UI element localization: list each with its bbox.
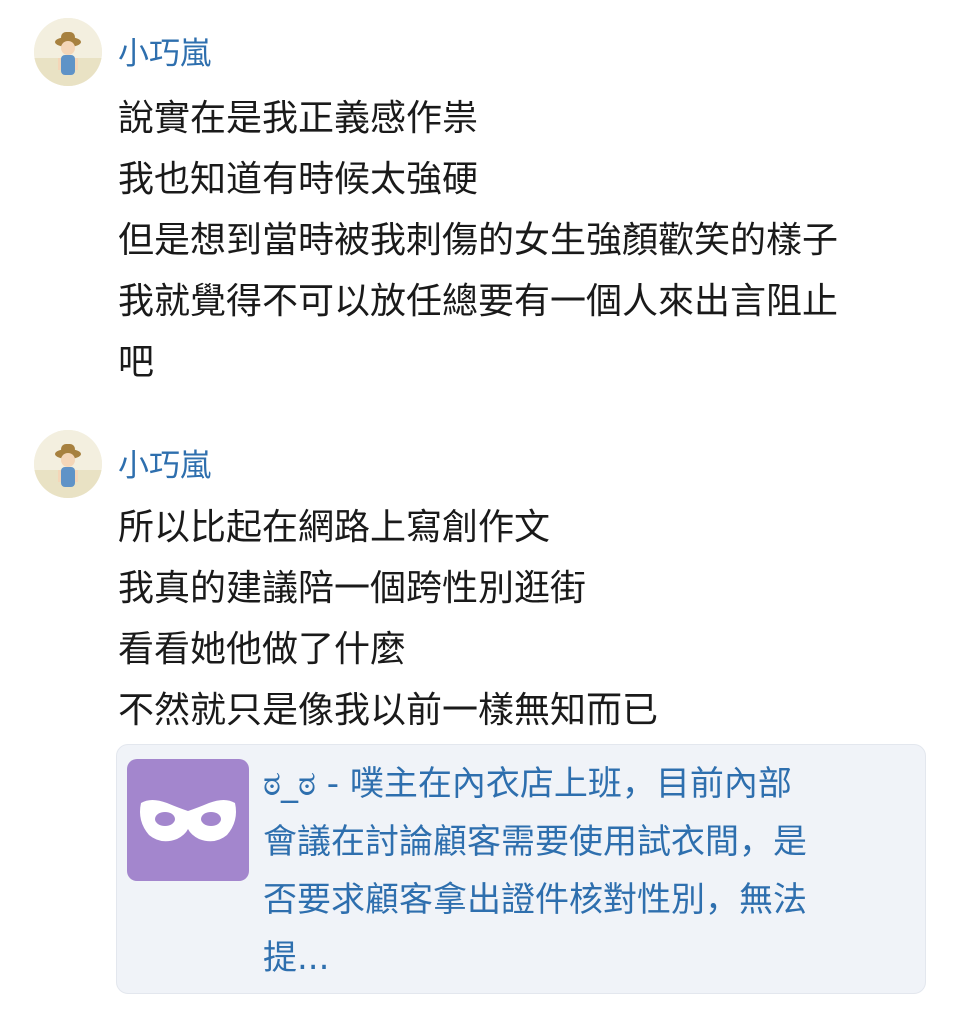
avatar[interactable] — [34, 18, 102, 86]
post-line: 我真的建議陪一個跨性別逛街 — [118, 568, 587, 609]
mask-icon — [140, 800, 236, 842]
post-line: 我就覺得不可以放任總要有一個人來出言阻止 — [118, 281, 839, 322]
avatar[interactable] — [34, 430, 102, 498]
username[interactable]: 小巧嵐 — [118, 446, 211, 486]
link-preview-line: 提... — [263, 938, 330, 978]
link-preview-line: 否要求顧客拿出證件核對性別，無法 — [263, 880, 807, 920]
post-line: 不然就只是像我以前一樣無知而已 — [118, 690, 659, 731]
link-preview-text: ಠ_ಠ - 噗主在內衣店上班，目前內部 會議在討論顧客需要使用試衣間，是 否要求… — [263, 755, 923, 987]
post-line: 所以比起在網路上寫創作文 — [118, 507, 551, 548]
avatar-image — [34, 18, 102, 86]
link-preview-line: 會議在討論顧客需要使用試衣間，是 — [263, 822, 807, 862]
link-preview-line: ಠ_ಠ - 噗主在內衣店上班，目前內部 — [263, 764, 792, 804]
post-line: 吧 — [118, 342, 155, 383]
link-preview-card[interactable]: ಠ_ಠ - 噗主在內衣店上班，目前內部 會議在討論顧客需要使用試衣間，是 否要求… — [116, 744, 926, 994]
link-thumbnail — [127, 759, 249, 881]
post-body: 所以比起在網路上寫創作文 我真的建議陪一個跨性別逛街 看看她他做了什麼 不然就只… — [118, 497, 658, 741]
post-body: 說實在是我正義感作祟 我也知道有時候太強硬 但是想到當時被我刺傷的女生強顏歡笑的… — [118, 88, 838, 393]
post-line: 我也知道有時候太強硬 — [118, 159, 479, 200]
post-line: 說實在是我正義感作祟 — [118, 98, 479, 139]
post-line: 看看她他做了什麼 — [118, 629, 407, 670]
username[interactable]: 小巧嵐 — [118, 34, 211, 74]
avatar-image — [34, 430, 102, 498]
post-line: 但是想到當時被我刺傷的女生強顏歡笑的樣子 — [118, 220, 839, 261]
